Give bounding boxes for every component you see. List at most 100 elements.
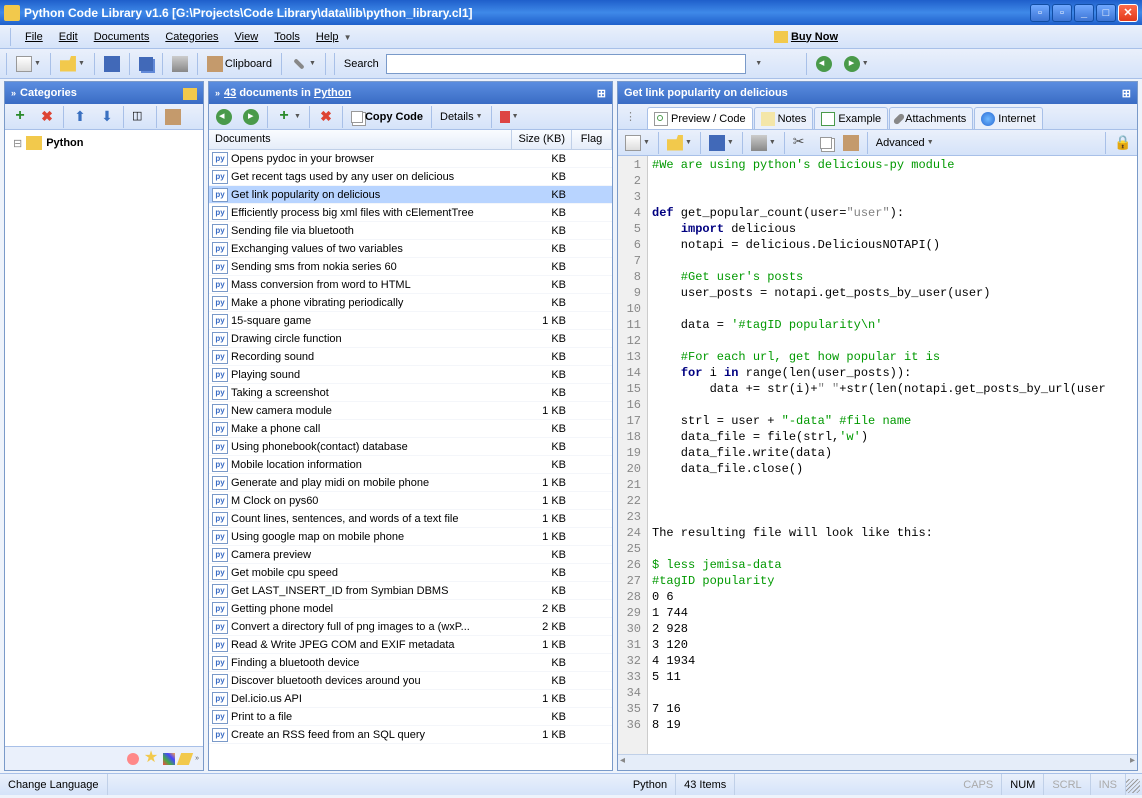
col-documents[interactable]: Documents — [209, 130, 512, 149]
buy-now-link[interactable]: Buy Now — [774, 31, 838, 43]
close-button[interactable]: ✕ — [1118, 4, 1138, 22]
open-button[interactable]: ▼ — [55, 53, 90, 75]
table-row[interactable]: pyGet LAST_INSERT_ID from Symbian DBMSKB — [209, 582, 612, 600]
table-row[interactable]: pyCount lines, sentences, and words of a… — [209, 510, 612, 528]
minimize-button[interactable]: _ — [1074, 4, 1094, 22]
table-row[interactable]: pyTaking a screenshotKB — [209, 384, 612, 402]
aux-button-2[interactable]: ▫ — [1052, 4, 1072, 22]
doc-back-button[interactable] — [211, 106, 237, 128]
table-row[interactable]: pyUsing google map on mobile phone1 KB — [209, 528, 612, 546]
search-input[interactable] — [386, 54, 746, 74]
code-editor[interactable]: 1234567891011121314151617181920212223242… — [618, 156, 1137, 754]
code-open-button[interactable]: ▼ — [662, 132, 697, 154]
cat-add-button[interactable]: + — [7, 106, 33, 128]
tab-attachments[interactable]: Attachments — [889, 107, 973, 129]
tools-button[interactable]: ▼ — [286, 53, 321, 75]
nav-fwd-button[interactable]: ▼ — [839, 53, 874, 75]
cat-paste-button[interactable] — [160, 106, 186, 128]
cat-delete-button[interactable]: ✖ — [34, 106, 60, 128]
code-copy-button[interactable] — [815, 132, 837, 154]
table-row[interactable]: pySending file via bluetoothKB — [209, 222, 612, 240]
code-print-button[interactable]: ▼ — [746, 132, 781, 154]
doc-fwd-button[interactable] — [238, 106, 264, 128]
menu-documents[interactable]: Documents — [86, 28, 158, 46]
table-row[interactable]: pyGet link popularity on deliciousKB — [209, 186, 612, 204]
footer-icon-1[interactable] — [127, 753, 139, 765]
print-button[interactable] — [167, 53, 193, 75]
new-button[interactable]: ▼ — [11, 53, 46, 75]
tab-nav-button[interactable]: ⋮ — [620, 107, 646, 129]
table-row[interactable]: pyPlaying soundKB — [209, 366, 612, 384]
table-row[interactable]: pyGenerate and play midi on mobile phone… — [209, 474, 612, 492]
advanced-button[interactable]: Advanced ▼ — [871, 132, 939, 154]
resize-grip[interactable] — [1126, 779, 1140, 793]
menu-edit[interactable]: Edit — [51, 28, 86, 46]
search-drop-button[interactable]: ▼ — [748, 53, 770, 75]
tab-example[interactable]: Example — [814, 107, 888, 129]
table-row[interactable]: pyCreate an RSS feed from an SQL query1 … — [209, 726, 612, 744]
table-row[interactable]: pyMobile location informationKB — [209, 456, 612, 474]
copy-code-button[interactable]: Copy Code — [346, 106, 428, 128]
tab-notes[interactable]: Notes — [754, 107, 814, 129]
code-paste-button[interactable] — [838, 132, 864, 154]
documents-list[interactable]: pyOpens pydoc in your browserKBpyGet rec… — [209, 150, 612, 770]
code-lines[interactable]: #We are using python's delicious-py modu… — [648, 156, 1110, 754]
save-button[interactable] — [99, 53, 125, 75]
table-row[interactable]: pyOpens pydoc in your browserKB — [209, 150, 612, 168]
table-row[interactable]: pyMake a phone callKB — [209, 420, 612, 438]
star-icon[interactable]: ★ — [143, 751, 159, 767]
col-flag[interactable]: Flag — [572, 130, 612, 149]
table-row[interactable]: pyMass conversion from word to HTMLKB — [209, 276, 612, 294]
nav-back-button[interactable] — [811, 53, 837, 75]
aux-button-1[interactable]: ▫ — [1030, 4, 1050, 22]
doc-delete-button[interactable]: ✖ — [313, 106, 339, 128]
menu-help[interactable]: Help ▼ — [308, 28, 360, 46]
table-row[interactable]: pyConvert a directory full of png images… — [209, 618, 612, 636]
table-row[interactable]: pyDiscover bluetooth devices around youK… — [209, 672, 612, 690]
lock-button[interactable]: 🔒 — [1109, 132, 1135, 154]
code-save-button[interactable]: ▼ — [704, 132, 739, 154]
clipboard-button[interactable]: Clipboard — [202, 53, 277, 75]
table-row[interactable]: pyUsing phonebook(contact) databaseKB — [209, 438, 612, 456]
menu-view[interactable]: View — [227, 28, 267, 46]
tree-item-python[interactable]: ⊟ Python — [9, 134, 199, 152]
footer-icon-4[interactable] — [177, 753, 193, 765]
table-row[interactable]: pyMake a phone vibrating periodicallyKB — [209, 294, 612, 312]
table-row[interactable]: pyM Clock on pys601 KB — [209, 492, 612, 510]
table-row[interactable]: pyCamera previewKB — [209, 546, 612, 564]
table-row[interactable]: pyGet mobile cpu speedKB — [209, 564, 612, 582]
table-row[interactable]: pyExchanging values of two variablesKB — [209, 240, 612, 258]
horizontal-scrollbar[interactable] — [618, 754, 1137, 770]
cat-down-button[interactable]: ⬇ — [94, 106, 120, 128]
table-row[interactable]: pyPrint to a fileKB — [209, 708, 612, 726]
saveall-button[interactable] — [134, 53, 158, 75]
table-row[interactable]: pyRecording soundKB — [209, 348, 612, 366]
col-size[interactable]: Size (KB) — [512, 130, 572, 149]
cat-up-button[interactable]: ⬆ — [67, 106, 93, 128]
table-row[interactable]: pySending sms from nokia series 60KB — [209, 258, 612, 276]
tab-internet[interactable]: Internet — [974, 107, 1042, 129]
menu-categories[interactable]: Categories — [157, 28, 226, 46]
maximize-button[interactable]: □ — [1096, 4, 1116, 22]
table-row[interactable]: py15-square game1 KB — [209, 312, 612, 330]
doc-add-button[interactable]: +▼ — [271, 106, 306, 128]
table-row[interactable]: pyDel.icio.us API1 KB — [209, 690, 612, 708]
footer-expand[interactable]: » — [195, 755, 199, 762]
table-row[interactable]: pyNew camera module1 KB — [209, 402, 612, 420]
code-new-button[interactable]: ▼ — [620, 132, 655, 154]
table-row[interactable]: pyRead & Write JPEG COM and EXIF metadat… — [209, 636, 612, 654]
tab-preview[interactable]: Preview / Code — [647, 107, 753, 129]
cat-indent-button[interactable]: ◫ — [127, 106, 153, 128]
flag-button[interactable]: ▼ — [495, 106, 524, 128]
menu-tools[interactable]: Tools — [266, 28, 308, 46]
table-row[interactable]: pyDrawing circle functionKB — [209, 330, 612, 348]
status-change-language[interactable]: Change Language — [0, 774, 108, 795]
table-row[interactable]: pyGetting phone model2 KB — [209, 600, 612, 618]
menu-file[interactable]: File — [17, 28, 51, 46]
code-cut-button[interactable] — [788, 132, 814, 154]
table-row[interactable]: pyGet recent tags used by any user on de… — [209, 168, 612, 186]
categories-tree[interactable]: ⊟ Python — [5, 130, 203, 746]
table-row[interactable]: pyFinding a bluetooth deviceKB — [209, 654, 612, 672]
details-button[interactable]: Details ▼ — [435, 106, 488, 128]
table-row[interactable]: pyEfficiently process big xml files with… — [209, 204, 612, 222]
